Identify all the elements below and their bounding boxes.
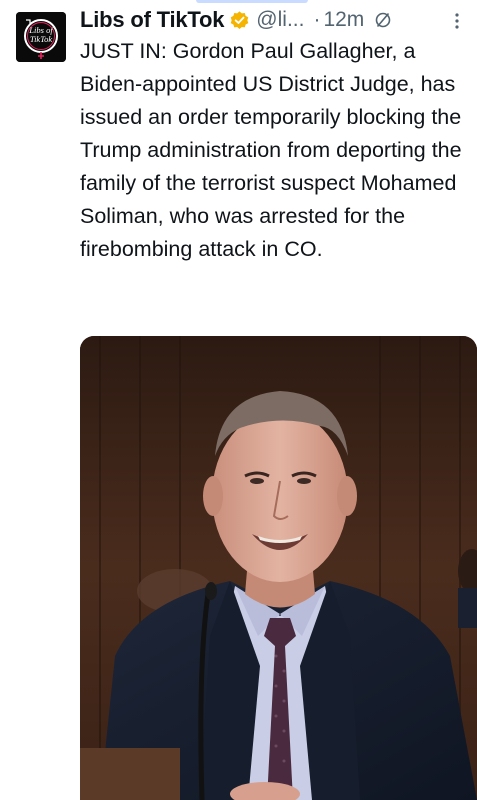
author-name[interactable]: Libs of TikTok — [80, 7, 224, 33]
avatar[interactable]: Libs of TikTok — [16, 12, 66, 62]
tweet-photo[interactable] — [80, 336, 477, 800]
top-indicator — [196, 0, 308, 3]
tweet: Libs of TikTok Libs of TikTok @li... · 1… — [0, 0, 477, 800]
more-vertical-icon[interactable] — [447, 10, 467, 32]
tweet-time[interactable]: 12m — [323, 8, 364, 32]
avatar-logo: Libs of TikTok — [16, 12, 66, 62]
tweet-text: JUST IN: Gordon Paul Gallagher, a Biden-… — [80, 39, 462, 261]
avatar-logo-line2: TikTok — [30, 34, 53, 44]
photo-image — [80, 336, 477, 800]
header-separator: · — [313, 8, 321, 31]
no-sign-icon — [374, 11, 392, 29]
tweet-header: Libs of TikTok @li... · 12m — [80, 5, 467, 35]
author-handle[interactable]: @li... — [256, 8, 304, 32]
verified-badge-icon — [229, 10, 250, 31]
